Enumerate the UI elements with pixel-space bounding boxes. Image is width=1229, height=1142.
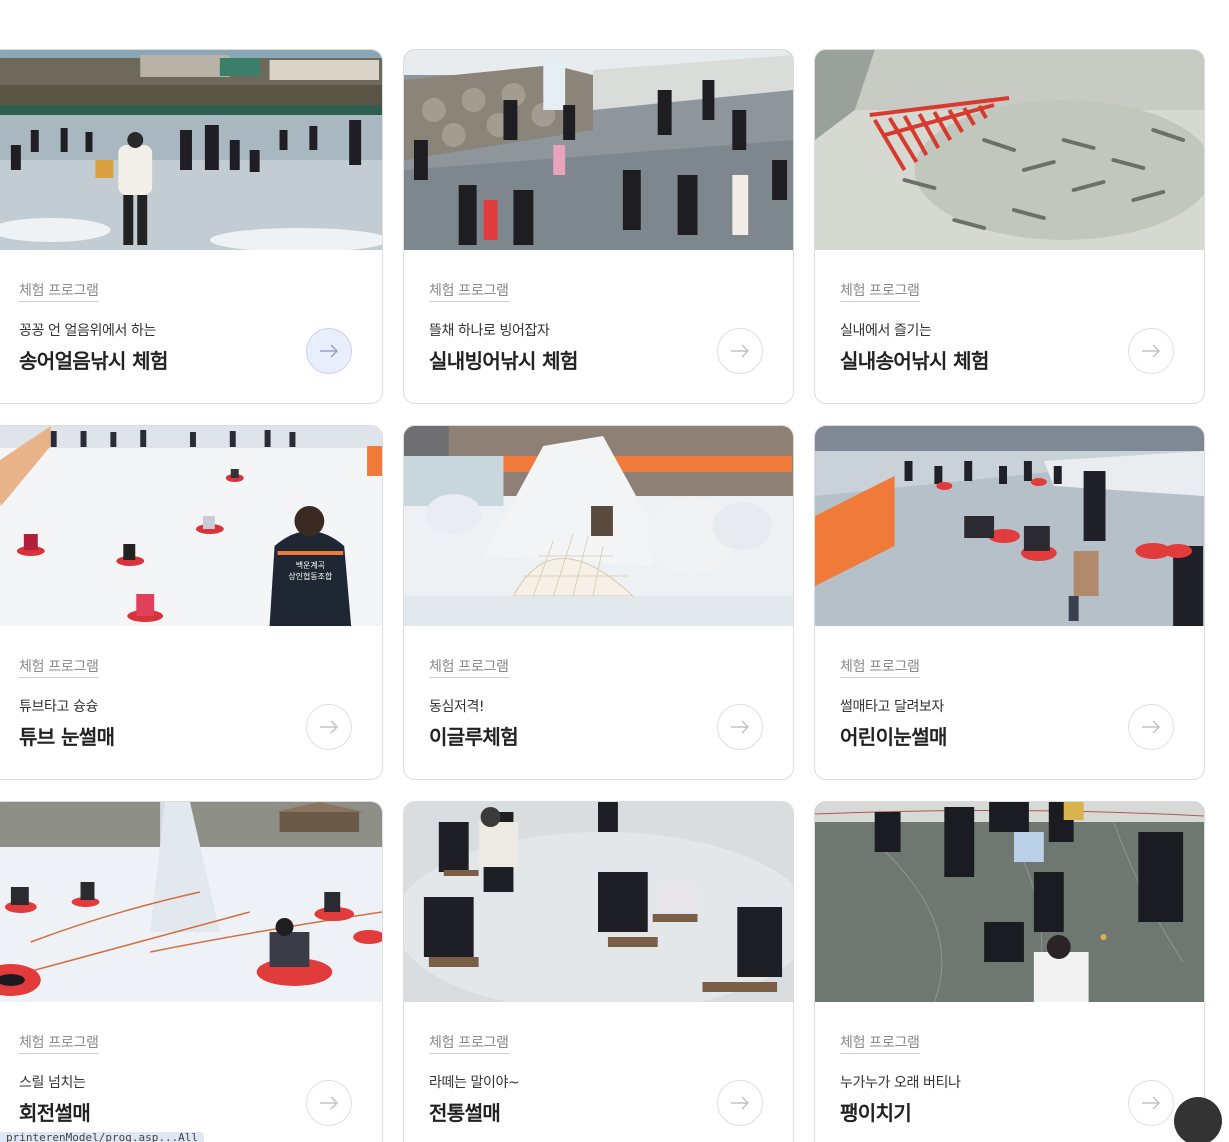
card-subtitle: 썰매타고 달려보자: [840, 699, 944, 715]
program-card[interactable]: 체험 프로그램 뜰채 하나로 빙어잡자 실내빙어낚시 체험: [403, 49, 794, 404]
category-tag: 체험 프로그램: [19, 283, 99, 302]
card-subtitle: 동심저격!: [429, 699, 485, 715]
category-tag: 체험 프로그램: [840, 1035, 920, 1054]
category-tag: 체험 프로그램: [19, 1035, 99, 1054]
card-subtitle: 라떼는 말이야~: [429, 1075, 520, 1091]
rotating-sled-photo: [0, 802, 382, 1002]
program-card[interactable]: 체험 프로그램 라떼는 말이야~ 전통썰매: [403, 801, 794, 1142]
program-card[interactable]: 체험 프로그램 썰매타고 달려보자 어린이눈썰매: [814, 425, 1205, 780]
program-card[interactable]: 체험 프로그램 동심저격! 이글루체험: [403, 425, 794, 780]
kids-sled-photo: [815, 426, 1204, 626]
traditional-sled-photo: [404, 802, 793, 1002]
program-card-grid: 체험 프로그램 꽁꽁 언 얼음위에서 하는 송어얼음낚시 체험 체험 프로그램 …: [0, 49, 1205, 1142]
vest-text-1: 백운계곡: [296, 560, 325, 570]
go-button[interactable]: [306, 704, 352, 750]
program-card[interactable]: 체험 프로그램 누가누가 오래 버티나 팽이치기: [814, 801, 1205, 1142]
status-bar-url: printerenModel/prog.asp...All: [0, 1132, 205, 1142]
ice-fishing-photo: [0, 50, 382, 250]
igloo-photo: [404, 426, 793, 626]
go-button[interactable]: [306, 1080, 352, 1126]
arrow-right-icon: [731, 720, 750, 734]
go-button[interactable]: [717, 1080, 763, 1126]
go-button[interactable]: [717, 328, 763, 374]
go-button[interactable]: [1128, 704, 1174, 750]
card-title: 튜브 눈썰매: [19, 725, 115, 749]
card-title: 팽이치기: [840, 1101, 912, 1125]
go-button[interactable]: [306, 328, 352, 374]
tube-sled-photo: 백운계곡 상인협동조합: [0, 426, 382, 626]
arrow-right-icon: [320, 1096, 339, 1110]
smelt-catching-photo: [404, 50, 793, 250]
card-subtitle: 튜브타고 슝슝: [19, 699, 98, 715]
top-spinning-photo: [815, 802, 1204, 1002]
trout-net-photo: [815, 50, 1204, 250]
arrow-right-icon: [1142, 1096, 1161, 1110]
category-tag: 체험 프로그램: [19, 659, 99, 678]
card-title: 실내송어낚시 체험: [840, 349, 989, 373]
category-tag: 체험 프로그램: [429, 283, 509, 302]
floating-action-button[interactable]: [1174, 1097, 1222, 1142]
card-title: 회전썰매: [19, 1101, 91, 1125]
card-subtitle: 스릴 넘치는: [19, 1075, 86, 1091]
category-tag: 체험 프로그램: [429, 1035, 509, 1054]
category-tag: 체험 프로그램: [840, 659, 920, 678]
arrow-right-icon: [320, 344, 339, 358]
program-card[interactable]: 백운계곡 상인협동조합 체험 프로그램 튜브타고 슝슝 튜브 눈썰매: [0, 425, 383, 780]
go-button[interactable]: [717, 704, 763, 750]
card-title: 어린이눈썰매: [840, 725, 947, 749]
program-card[interactable]: 체험 프로그램 스릴 넘치는 회전썰매: [0, 801, 383, 1142]
vest-text-2: 상인협동조합: [288, 571, 333, 581]
go-button[interactable]: [1128, 328, 1174, 374]
category-tag: 체험 프로그램: [429, 659, 509, 678]
go-button[interactable]: [1128, 1080, 1174, 1126]
arrow-right-icon: [1142, 344, 1161, 358]
card-subtitle: 꽁꽁 언 얼음위에서 하는: [19, 323, 156, 339]
card-subtitle: 뜰채 하나로 빙어잡자: [429, 323, 550, 339]
card-subtitle: 누가누가 오래 버티나: [840, 1075, 961, 1091]
arrow-right-icon: [731, 1096, 750, 1110]
arrow-right-icon: [731, 344, 750, 358]
card-title: 이글루체험: [429, 725, 519, 749]
arrow-right-icon: [320, 720, 339, 734]
card-title: 전통썰매: [429, 1101, 501, 1125]
program-card[interactable]: 체험 프로그램 실내에서 즐기는 실내송어낚시 체험: [814, 49, 1205, 404]
card-subtitle: 실내에서 즐기는: [840, 323, 932, 339]
category-tag: 체험 프로그램: [840, 283, 920, 302]
card-title: 실내빙어낚시 체험: [429, 349, 578, 373]
arrow-right-icon: [1142, 720, 1161, 734]
card-title: 송어얼음낚시 체험: [19, 349, 168, 373]
program-card[interactable]: 체험 프로그램 꽁꽁 언 얼음위에서 하는 송어얼음낚시 체험: [0, 49, 383, 404]
